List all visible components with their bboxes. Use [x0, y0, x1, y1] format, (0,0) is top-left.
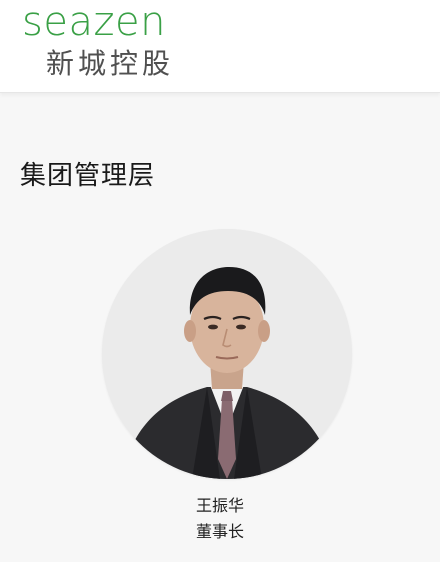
site-header: seazen 新城控股 — [0, 0, 440, 93]
portrait-photo-icon — [102, 229, 352, 479]
person-name: 王振华 — [195, 496, 244, 515]
brand-logo[interactable]: seazen 新城控股 — [22, 0, 222, 88]
logo-chinese-text: 新城控股 — [46, 47, 175, 80]
person-title: 董事长 — [195, 522, 244, 541]
page: seazen 新城控股 集团管理层 王振华 董事长 — [0, 0, 440, 562]
logo-english-text: seazen — [22, 0, 166, 45]
chairman-portrait — [102, 229, 352, 479]
section-title: 集团管理层 — [20, 161, 156, 191]
